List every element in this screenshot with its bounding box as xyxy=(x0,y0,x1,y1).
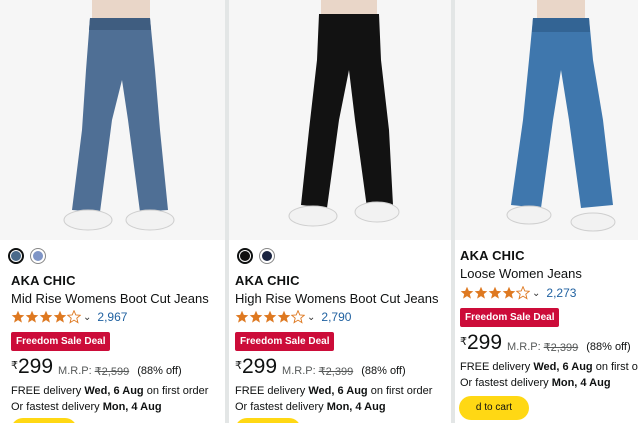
fastest-date: Mon, 4 Aug xyxy=(551,377,611,389)
swatch-color xyxy=(240,251,250,261)
delivery-suffix: on first order xyxy=(146,385,209,397)
chevron-down-icon[interactable]: ⌄ xyxy=(307,312,315,323)
star-icon xyxy=(502,286,516,299)
mrp-value: ₹2,599 xyxy=(94,366,130,378)
brand-name: AKA CHIC xyxy=(235,273,300,288)
product-title[interactable]: High Rise Womens Boot Cut Jeans xyxy=(235,291,439,306)
fastest-date: Mon, 4 Aug xyxy=(326,401,386,413)
color-swatches xyxy=(8,248,46,264)
add-to-cart-button[interactable] xyxy=(235,418,301,423)
chevron-down-icon[interactable]: ⌄ xyxy=(532,288,540,299)
star-icon xyxy=(235,310,249,323)
star-icon xyxy=(474,286,488,299)
product-image[interactable] xyxy=(229,0,451,240)
star-icon xyxy=(249,310,263,323)
star-rating-icon xyxy=(235,310,305,324)
color-swatch[interactable] xyxy=(259,248,275,264)
deal-badge: Freedom Sale Deal xyxy=(11,332,111,351)
swatch-color xyxy=(33,251,43,261)
deal-badge: Freedom Sale Deal xyxy=(235,332,335,351)
star-icon xyxy=(277,310,291,323)
swatch-color xyxy=(11,251,21,261)
star-outline-icon xyxy=(291,310,305,324)
delivery-date: Wed, 6 Aug xyxy=(308,385,368,397)
product-card[interactable]: AKA CHIC Loose Women Jeans ⌄ 2,273 Freed… xyxy=(455,0,638,423)
delivery-suffix: on first ord xyxy=(595,361,638,373)
star-icon xyxy=(53,310,67,323)
deal-badge: Freedom Sale Deal xyxy=(460,308,560,327)
price-row: ₹ 299 M.R.P: ₹2,399 (88% off) xyxy=(235,355,406,379)
currency-symbol: ₹ xyxy=(235,360,242,372)
color-swatch[interactable] xyxy=(237,248,253,264)
star-icon xyxy=(25,310,39,323)
star-icon xyxy=(460,286,474,299)
star-icon xyxy=(11,310,25,323)
star-outline-icon xyxy=(67,310,81,324)
price: 299 xyxy=(467,331,503,354)
price: 299 xyxy=(242,355,278,378)
brand-name: AKA CHIC xyxy=(460,248,525,263)
delivery-info: FREE delivery Wed, 6 Aug on first order … xyxy=(11,383,208,415)
delivery-info: FREE delivery Wed, 6 Aug on first order … xyxy=(235,383,432,415)
price-row: ₹ 299 M.R.P: ₹2,599 (88% off) xyxy=(11,355,182,379)
rating-count[interactable]: 2,967 xyxy=(97,310,127,324)
add-to-cart-button[interactable]: d to cart xyxy=(459,396,529,420)
star-outline-icon xyxy=(516,286,530,300)
delivery-prefix: FREE delivery xyxy=(460,361,531,373)
color-swatches xyxy=(237,248,275,264)
swatch-color xyxy=(262,251,272,261)
color-swatch[interactable] xyxy=(30,248,46,264)
star-rating-icon xyxy=(460,286,530,300)
star-rating-icon xyxy=(11,310,81,324)
delivery-date: Wed, 6 Aug xyxy=(533,361,593,373)
fastest-date: Mon, 4 Aug xyxy=(102,401,162,413)
rating-count[interactable]: 2,273 xyxy=(546,286,576,300)
mrp-label: M.R.P: xyxy=(282,365,316,377)
product-image[interactable] xyxy=(455,0,638,240)
star-icon xyxy=(488,286,502,299)
discount: (88% off) xyxy=(361,365,406,377)
rating[interactable]: ⌄ 2,967 xyxy=(11,310,127,324)
delivery-suffix: on first order xyxy=(370,385,433,397)
mrp-label: M.R.P: xyxy=(58,365,92,377)
delivery-prefix: FREE delivery xyxy=(235,385,306,397)
rating[interactable]: ⌄ 2,790 xyxy=(235,310,351,324)
fastest-prefix: Or fastest delivery xyxy=(11,401,100,413)
product-title[interactable]: Loose Women Jeans xyxy=(460,266,582,281)
chevron-down-icon[interactable]: ⌄ xyxy=(83,312,91,323)
mrp-value: ₹2,399 xyxy=(318,366,354,378)
mrp-value: ₹2,399 xyxy=(543,342,579,354)
product-card[interactable]: AKA CHIC High Rise Womens Boot Cut Jeans… xyxy=(229,0,451,423)
rating[interactable]: ⌄ 2,273 xyxy=(460,286,576,300)
discount: (88% off) xyxy=(586,341,631,353)
delivery-info: FREE delivery Wed, 6 Aug on first ord Or… xyxy=(460,359,638,391)
currency-symbol: ₹ xyxy=(11,360,18,372)
delivery-prefix: FREE delivery xyxy=(11,385,82,397)
product-title[interactable]: Mid Rise Womens Boot Cut Jeans xyxy=(11,291,209,306)
price-row: ₹ 299 M.R.P: ₹2,399 (88% off) xyxy=(460,331,631,355)
star-icon xyxy=(263,310,277,323)
add-to-cart-button[interactable] xyxy=(11,418,77,423)
color-swatch[interactable] xyxy=(8,248,24,264)
fastest-prefix: Or fastest delivery xyxy=(235,401,324,413)
star-icon xyxy=(39,310,53,323)
product-card[interactable]: AKA CHIC Mid Rise Womens Boot Cut Jeans … xyxy=(0,0,225,423)
currency-symbol: ₹ xyxy=(460,336,467,348)
brand-name: AKA CHIC xyxy=(11,273,76,288)
discount: (88% off) xyxy=(137,365,182,377)
rating-count[interactable]: 2,790 xyxy=(321,310,351,324)
mrp-label: M.R.P: xyxy=(507,341,541,353)
product-image[interactable] xyxy=(0,0,225,240)
delivery-date: Wed, 6 Aug xyxy=(84,385,144,397)
fastest-prefix: Or fastest delivery xyxy=(460,377,549,389)
price: 299 xyxy=(18,355,54,378)
